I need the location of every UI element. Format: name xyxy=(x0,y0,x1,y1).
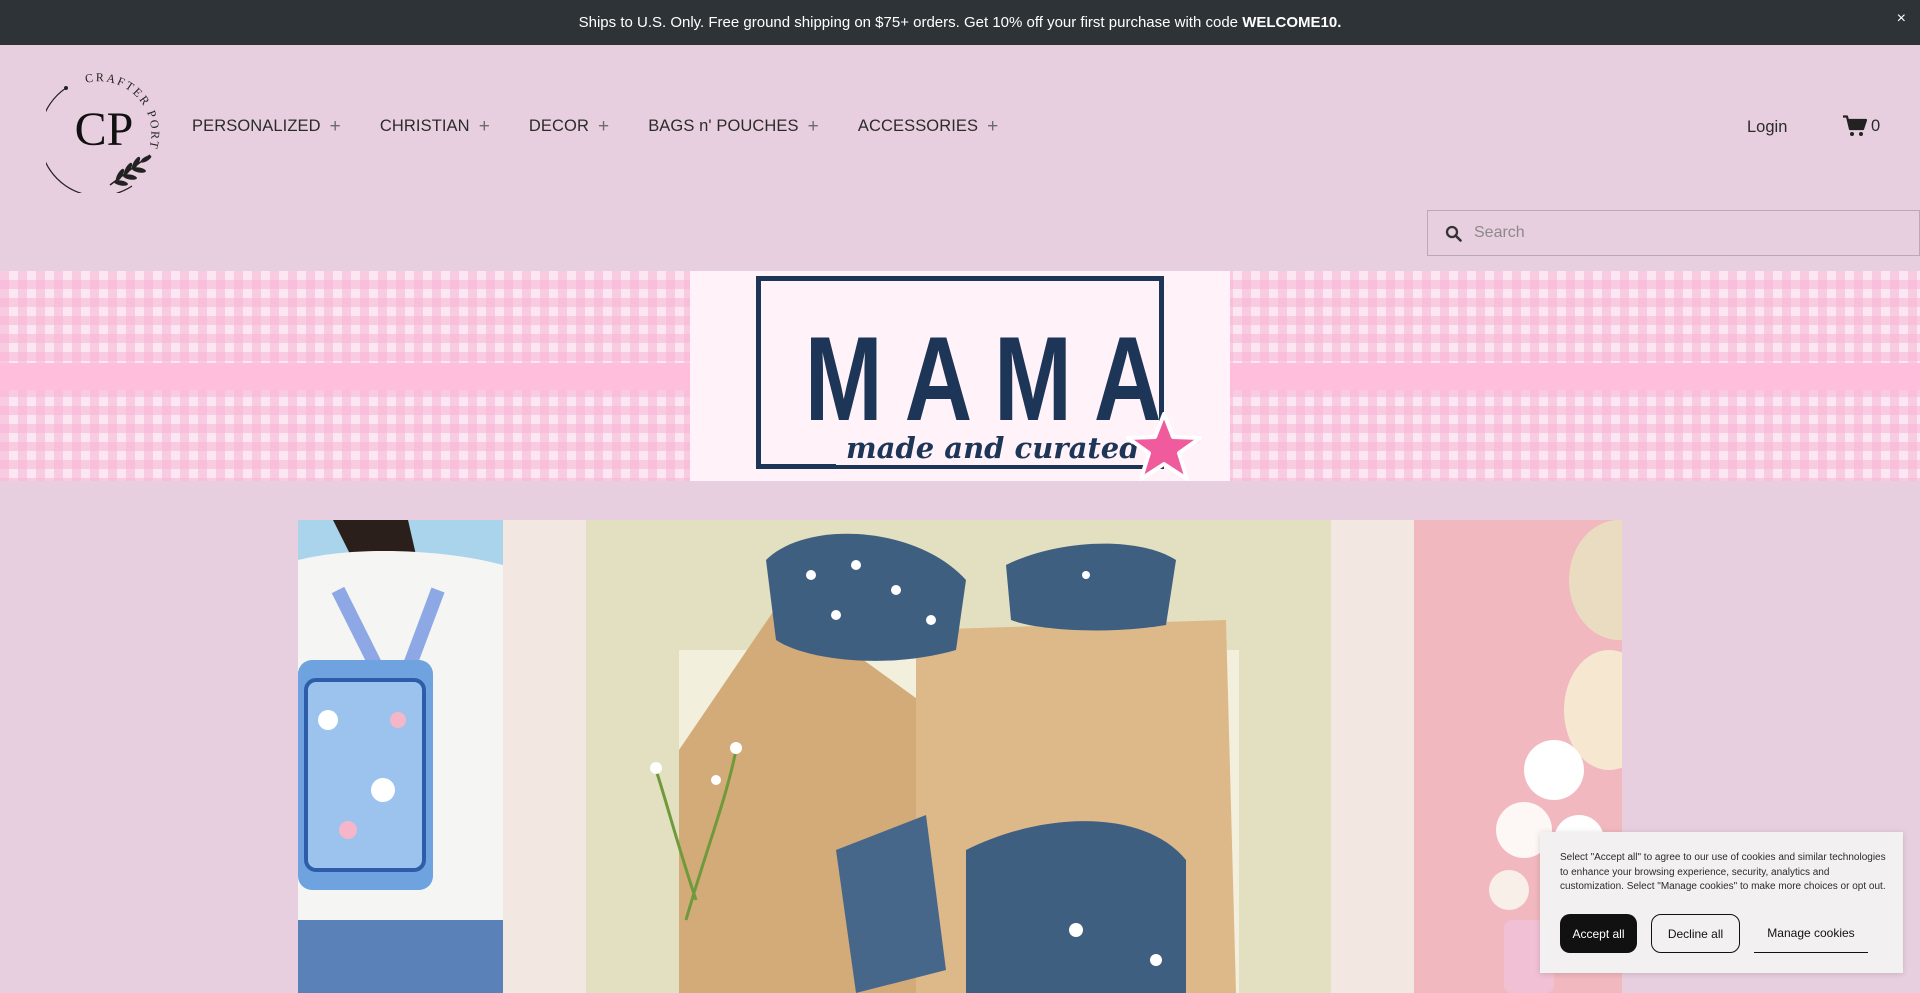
pouches-photo xyxy=(586,520,1331,993)
logo-graphic: CRAFTER PORT CP xyxy=(39,70,160,197)
search-bar xyxy=(1427,210,1920,256)
hero-banner[interactable]: MAMA made and curated xyxy=(0,271,1920,481)
nav-item-christian[interactable]: CHRISTIAN + xyxy=(380,117,490,136)
plus-icon: + xyxy=(329,116,341,137)
nav-item-label: ACCESSORIES xyxy=(857,117,979,135)
logo-monogram: CP xyxy=(75,103,134,156)
collage-divider-right xyxy=(1331,520,1414,993)
close-icon[interactable]: × xyxy=(1897,10,1906,28)
main-nav: PERSONALIZED + CHRISTIAN + DECOR + BAGS … xyxy=(192,117,1037,136)
cart-count: 0 xyxy=(1871,116,1881,135)
plus-icon: + xyxy=(597,116,610,137)
logo[interactable]: CRAFTER PORT CP xyxy=(39,63,166,197)
announcement-bar: Ships to U.S. Only. Free ground shipping… xyxy=(0,0,1920,45)
nav-item-label: CHRISTIAN xyxy=(379,117,470,135)
nav-item-label: PERSONALIZED xyxy=(192,117,321,135)
backpack-photo xyxy=(298,520,503,993)
search-input[interactable] xyxy=(1474,224,1894,242)
manage-cookies-button[interactable]: Manage cookies xyxy=(1754,914,1868,953)
nav-item-accessories[interactable]: ACCESSORIES + xyxy=(858,117,999,136)
plus-icon: + xyxy=(987,116,999,137)
discount-code: WELCOME10. xyxy=(1242,14,1342,31)
announcement-text: Ships to U.S. Only. Free ground shipping… xyxy=(578,14,1342,31)
cookie-message: Select "Accept all" to agree to our use … xyxy=(1560,852,1886,892)
login-link[interactable]: Login xyxy=(1747,118,1787,137)
decline-all-button[interactable]: Decline all xyxy=(1651,914,1740,953)
search-icon[interactable] xyxy=(1445,225,1462,242)
star-icon xyxy=(1126,412,1202,481)
nav-item-bags-pouches[interactable]: BAGS n' POUCHES + xyxy=(648,117,819,136)
collage-panel-pouches xyxy=(586,520,1331,993)
site-header: CRAFTER PORT CP PERSONALIZED + CHRISTIAN… xyxy=(0,45,1920,270)
plus-icon: + xyxy=(478,116,490,137)
hero-title: MAMA xyxy=(804,312,1184,446)
hero-subtitle: made and curated xyxy=(836,431,1150,465)
cart-icon xyxy=(1843,115,1867,136)
nav-item-decor[interactable]: DECOR + xyxy=(529,117,609,136)
product-collage[interactable] xyxy=(298,520,1622,993)
nav-item-personalized[interactable]: PERSONALIZED + xyxy=(192,117,341,136)
collage-panel-backpack xyxy=(298,520,503,993)
accept-all-button[interactable]: Accept all xyxy=(1560,914,1637,953)
nav-item-label: DECOR xyxy=(528,117,589,135)
cart-button[interactable]: 0 xyxy=(1843,115,1880,137)
plus-icon: + xyxy=(807,116,819,137)
nav-item-label: BAGS n' POUCHES xyxy=(648,117,799,135)
cookie-banner: Select "Accept all" to agree to our use … xyxy=(1540,832,1903,973)
collage-divider-left xyxy=(503,520,586,993)
